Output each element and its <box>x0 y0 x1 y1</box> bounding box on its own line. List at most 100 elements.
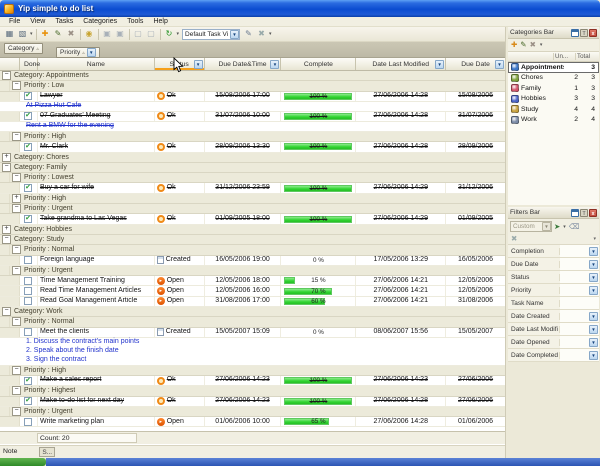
caret-down-icon[interactable]: ▾ <box>540 42 543 48</box>
delete-category-icon[interactable]: ✖ <box>530 40 536 50</box>
category-row-appointments[interactable]: Appointments3 <box>508 62 599 73</box>
column-header-complete[interactable]: Complete <box>281 58 356 70</box>
combo-dropdown-icon[interactable]: ▼ <box>230 30 239 39</box>
menu-view[interactable]: View <box>25 18 50 25</box>
group-row[interactable]: +Category: Hobbies <box>0 225 505 235</box>
refresh-icon[interactable]: ↻ <box>163 28 176 40</box>
group-by-panel[interactable]: Category▵Priority▵▼ <box>0 42 505 58</box>
expand-collapse-box[interactable]: + <box>2 225 11 234</box>
collapse-all-icon[interactable]: ▢ <box>145 28 158 40</box>
print-icon[interactable]: ▦ <box>3 28 16 40</box>
filter-dropdown-icon[interactable]: ▼ <box>495 60 504 69</box>
done-checkbox[interactable]: ✔ <box>24 184 32 192</box>
float-window-icon[interactable] <box>571 209 579 217</box>
filter-field-value[interactable]: ▼ <box>560 284 599 296</box>
done-checkbox[interactable]: ✔ <box>24 215 32 223</box>
column-header-date-last-modified[interactable]: Date Last Modified▼ <box>356 58 446 70</box>
apply-filter-icon[interactable]: ➤ <box>554 222 560 232</box>
done-checkbox[interactable] <box>24 277 32 285</box>
task-view-combo[interactable]: Default Task Vi▼ <box>182 29 240 40</box>
menu-tools[interactable]: Tools <box>122 18 148 25</box>
filter-dropdown-icon[interactable]: ▼ <box>194 60 203 69</box>
category-row-family[interactable]: Family13 <box>508 83 599 94</box>
expand-collapse-box[interactable]: − <box>12 386 21 395</box>
edit-view-icon[interactable]: ✎ <box>242 28 255 40</box>
done-checkbox[interactable] <box>24 256 32 264</box>
print-preview-icon[interactable]: ▧ <box>16 28 29 40</box>
task-row[interactable]: ✔Mr. ClarkOk28/09/2006 13:30100 %27/06/2… <box>0 142 505 152</box>
task-row[interactable]: ✔Make to-do list for next dayOk27/06/200… <box>0 397 505 407</box>
done-checkbox[interactable]: ✔ <box>24 143 32 151</box>
expand-collapse-box[interactable]: − <box>12 317 21 326</box>
expand-collapse-box[interactable]: − <box>2 307 11 316</box>
task-row[interactable]: ✔Make a sales reportOk27/06/2006 14:2310… <box>0 376 505 386</box>
column-header-name[interactable]: Name <box>38 58 155 70</box>
group-row[interactable]: −Priority : Low <box>0 81 505 91</box>
task-row[interactable]: Read Goal Management Article▸Open31/08/2… <box>0 297 505 307</box>
pin-icon[interactable]: T <box>580 29 588 37</box>
expand-collapse-box[interactable]: − <box>2 71 11 80</box>
filter-dropdown-icon[interactable]: ▼ <box>589 338 598 347</box>
done-checkbox[interactable] <box>24 297 32 305</box>
close-icon[interactable]: x <box>589 29 597 37</box>
group-row[interactable]: −Priority : Normal <box>0 245 505 255</box>
filter-field-value[interactable]: ▼ <box>560 336 599 348</box>
done-checkbox[interactable]: ✔ <box>24 112 32 120</box>
category-row-study[interactable]: Study44 <box>508 104 599 115</box>
caret-down-icon[interactable]: ▾ <box>563 224 566 230</box>
category-row-chores[interactable]: Chores23 <box>508 73 599 84</box>
filter-dropdown-icon[interactable]: ▼ <box>589 325 598 334</box>
task-note-row[interactable]: At Pizza Hut Cafe <box>0 102 505 112</box>
filter-field-value[interactable]: ▼ <box>560 323 599 335</box>
category-row-hobbies[interactable]: Hobbies33 <box>508 94 599 105</box>
filter-field-value[interactable]: ▼ <box>560 349 599 361</box>
group-row[interactable]: −Priority : Urgent <box>0 266 505 276</box>
combo-dropdown-icon[interactable]: ▼ <box>542 222 551 231</box>
expand-collapse-box[interactable]: − <box>12 245 21 254</box>
filter-field-value[interactable] <box>560 297 599 309</box>
done-checkbox[interactable] <box>24 328 32 336</box>
filter-dropdown-icon[interactable]: ▼ <box>589 312 598 321</box>
category-row-work[interactable]: Work24 <box>508 115 599 126</box>
group-by-category[interactable]: Category▵ <box>4 43 43 54</box>
task-note-row[interactable]: 1. Discuss the contract's main points2. … <box>0 338 505 366</box>
expand-collapse-box[interactable]: − <box>2 235 11 244</box>
filter-dropdown-icon[interactable]: ▼ <box>589 286 598 295</box>
task-row[interactable]: ✔07 Graduates' MeetingOk31/07/2006 10:00… <box>0 112 505 122</box>
pin-icon[interactable]: T <box>580 209 588 217</box>
group-row[interactable]: −Category: Appointments <box>0 71 505 81</box>
filter-dropdown-icon[interactable]: ▼ <box>589 247 598 256</box>
done-checkbox[interactable]: ✔ <box>24 377 32 385</box>
column-header-due-date-time[interactable]: Due Date&Time▼ <box>205 58 282 70</box>
filter-field-value[interactable]: ▼ <box>560 245 599 257</box>
group-row[interactable]: −Category: Family <box>0 163 505 173</box>
col-unfinished[interactable]: Un... <box>553 53 575 60</box>
filter-field-value[interactable]: ▼ <box>560 310 599 322</box>
menu-tasks[interactable]: Tasks <box>50 18 78 25</box>
remove-filter-icon[interactable]: ✖ <box>511 234 517 244</box>
expand-collapse-box[interactable]: − <box>12 173 21 182</box>
filter-dropdown-icon[interactable]: ▼ <box>589 351 598 360</box>
menu-file[interactable]: File <box>4 18 25 25</box>
new-category-icon[interactable]: ✚ <box>511 40 517 50</box>
filter-dropdown-icon[interactable]: ▼ <box>87 48 96 57</box>
expand-collapse-box[interactable]: − <box>12 81 21 90</box>
note-preview-icon[interactable]: ◉ <box>83 28 96 40</box>
task-row[interactable]: Meet the clientsCreated15/05/2007 15:090… <box>0 328 505 338</box>
caret-down-icon[interactable]: ▾ <box>177 31 180 37</box>
group-row[interactable]: −Priority : High <box>0 366 505 376</box>
expand-all-icon[interactable]: ▢ <box>132 28 145 40</box>
group-row[interactable]: −Priority : Lowest <box>0 173 505 183</box>
filter-preset-combo[interactable]: Custom ▼ <box>510 221 552 232</box>
task-row[interactable]: Foreign languageCreated16/05/2006 19:000… <box>0 256 505 266</box>
expand-collapse-box[interactable]: + <box>2 153 11 162</box>
column-header-status[interactable]: Status▼ <box>155 58 205 70</box>
start-button[interactable] <box>0 458 46 466</box>
note-panel-grip[interactable]: S... <box>39 447 55 457</box>
group-row[interactable]: −Priority : Normal <box>0 317 505 327</box>
expand-collapse-box[interactable]: − <box>12 407 21 416</box>
task-row[interactable]: Read Time Management Articles▸Open12/05/… <box>0 286 505 296</box>
group-row[interactable]: +Priority : High <box>0 194 505 204</box>
filter-dropdown-icon[interactable]: ▼ <box>589 260 598 269</box>
group-row[interactable]: −Priority : High <box>0 132 505 142</box>
